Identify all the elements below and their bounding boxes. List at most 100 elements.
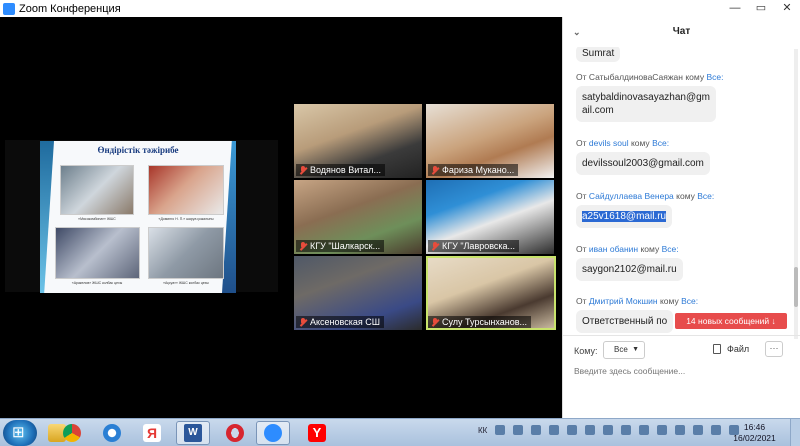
- yandex-browser-icon: Я: [143, 424, 161, 442]
- recipient-select[interactable]: Все ▼: [603, 341, 645, 359]
- chat-messages[interactable]: Sumrat От СатыбалдиноваСаяжан кому Все: …: [563, 47, 800, 347]
- taskbar-yandex[interactable]: Y: [300, 421, 334, 445]
- chat-message: От devils soul кому Все: devilssoul2003@…: [576, 138, 710, 175]
- yandex-icon: Y: [308, 424, 326, 442]
- message-bubble: Sumrat: [576, 47, 621, 62]
- chevron-down-icon: ▼: [632, 346, 639, 353]
- taskbar-opera[interactable]: [218, 421, 252, 445]
- tray-icon[interactable]: [675, 425, 686, 435]
- tray-icon[interactable]: [567, 425, 578, 435]
- system-tray: КК: [478, 425, 740, 435]
- tray-icon[interactable]: [693, 425, 704, 435]
- tray-icon[interactable]: [585, 425, 596, 435]
- presentation-slide: Өндірістік тәжірибе «Мясокомбинат» ЖШС «…: [40, 141, 236, 293]
- message-sender-line: От СатыбалдиноваСаяжан кому Все:: [576, 72, 724, 82]
- mic-muted-icon: [431, 317, 439, 327]
- tray-icon[interactable]: [549, 425, 560, 435]
- slide-caption: «Аракелов» ЖШС колбас цехы: [71, 281, 123, 285]
- zoom-app-icon: [3, 2, 15, 15]
- file-icon: [713, 344, 721, 354]
- file-button[interactable]: Файл: [713, 344, 749, 354]
- chat-header: ⌄ Чат: [563, 17, 800, 47]
- close-button[interactable]: ✕: [774, 0, 800, 17]
- volume-icon[interactable]: [603, 425, 614, 435]
- chat-title: Чат: [672, 26, 691, 37]
- participant-name-tag: Аксеновская СШ: [296, 316, 384, 328]
- clock-time: 16:46: [743, 422, 766, 432]
- slide-decoration-right: [222, 141, 236, 293]
- tray-icon[interactable]: [657, 425, 668, 435]
- taskbar-yandex-browser[interactable]: Я: [135, 421, 169, 445]
- slide-caption: «Мясокомбинат» ЖШС: [78, 217, 116, 221]
- mic-muted-icon: [299, 165, 307, 175]
- participant-video[interactable]: КГУ "Лавровска...: [426, 180, 554, 254]
- message-bubble: saygon2102@mail.ru: [576, 258, 683, 281]
- message-sender-line: От иван обанин кому Все:: [576, 244, 679, 254]
- network-icon[interactable]: [621, 425, 632, 435]
- language-indicator[interactable]: КК: [478, 426, 487, 435]
- message-sender-line: От devils soul кому Все:: [576, 138, 670, 148]
- taskbar-chrome[interactable]: [55, 421, 89, 445]
- clock-date: 16/02/2021: [733, 433, 776, 443]
- title-bar: Zoom Конференция — ▭ ✕: [0, 0, 800, 17]
- message-input[interactable]: [574, 366, 774, 376]
- tray-icon[interactable]: [495, 425, 506, 435]
- opera-icon: [226, 424, 244, 442]
- taskbar: Я W Y КК 16:46 16/02/2021: [0, 418, 800, 446]
- show-desktop-button[interactable]: [790, 419, 800, 446]
- slide-caption: «Доминго Н. П.» шаруа қожалығы: [158, 217, 214, 221]
- mic-muted-icon: [431, 165, 439, 175]
- tray-icon[interactable]: [531, 425, 542, 435]
- minimize-button[interactable]: —: [722, 0, 748, 17]
- mic-muted-icon: [431, 241, 439, 251]
- message-bubble: satybaldinovasayazhan@gm ail.com: [576, 86, 717, 122]
- tray-icon[interactable]: [513, 425, 524, 435]
- chat-panel: ⌄ Чат Sumrat От СатыбалдиноваСаяжан кому…: [562, 17, 800, 418]
- chat-message: От Сайдуллаева Венера кому Все: a25v1618…: [576, 191, 714, 228]
- new-messages-button[interactable]: 14 новых сообщений ↓: [675, 313, 787, 329]
- participant-video[interactable]: Водянов Витал...: [294, 104, 422, 178]
- slide-title: Өндірістік тәжірибе: [97, 145, 179, 155]
- participant-video[interactable]: Аксеновская СШ: [294, 256, 422, 330]
- word-icon: W: [184, 424, 202, 442]
- chat-message-partial: Sumrat: [576, 47, 621, 62]
- window-title: Zoom Конференция: [19, 2, 121, 15]
- message-bubble: devilssoul2003@gmail.com: [576, 152, 710, 175]
- chat-scrollbar-thumb[interactable]: [794, 267, 798, 307]
- system-clock[interactable]: 16:46 16/02/2021: [732, 422, 777, 444]
- slide-photo: [148, 165, 224, 215]
- window-controls: — ▭ ✕: [722, 0, 800, 17]
- tray-icon[interactable]: [639, 425, 650, 435]
- participant-name-tag: КГУ "Шалкарск...: [296, 240, 385, 252]
- participant-video[interactable]: Фариза Мукано...: [426, 104, 554, 178]
- message-bubble-selected[interactable]: a25v1618@mail.ru: [576, 205, 673, 228]
- taskbar-word[interactable]: W: [176, 421, 210, 445]
- start-button[interactable]: [3, 420, 37, 446]
- slide-photo: [55, 227, 140, 279]
- taskbar-ie[interactable]: [95, 421, 129, 445]
- tray-icon[interactable]: [711, 425, 722, 435]
- chat-message: От иван обанин кому Все: saygon2102@mail…: [576, 244, 683, 281]
- participant-video[interactable]: КГУ "Шалкарск...: [294, 180, 422, 254]
- mic-muted-icon: [299, 241, 307, 251]
- slide-caption: «Ақсуат» ЖШС колбас цехы: [163, 281, 209, 285]
- chrome-icon: [63, 424, 81, 442]
- message-sender-line: От Сайдуллаева Венера кому Все:: [576, 191, 715, 201]
- chevron-down-icon[interactable]: ⌄: [573, 17, 581, 47]
- slide-photo: [148, 227, 224, 279]
- participant-name-tag: КГУ "Лавровска...: [428, 240, 520, 252]
- recipient-label: Кому:: [574, 346, 598, 356]
- participant-name-tag: Фариза Мукано...: [428, 164, 519, 176]
- more-options-button[interactable]: ···: [765, 341, 783, 357]
- slide-photo: [60, 165, 134, 215]
- mic-muted-icon: [299, 317, 307, 327]
- message-sender-line: От Дмитрий Мокшин кому Все:: [576, 296, 699, 306]
- taskbar-zoom[interactable]: [256, 421, 290, 445]
- active-speaker-video[interactable]: Сулу Турсынханов...: [426, 256, 556, 330]
- chat-message: От СатыбалдиноваСаяжан кому Все: satybal…: [576, 72, 723, 122]
- internet-explorer-icon: [103, 424, 121, 442]
- maximize-button[interactable]: ▭: [748, 0, 774, 17]
- message-bubble: Ответственный по: [576, 310, 674, 333]
- slide-decoration-left: [40, 141, 54, 293]
- chat-footer: Кому: Все ▼ Файл ···: [563, 335, 800, 418]
